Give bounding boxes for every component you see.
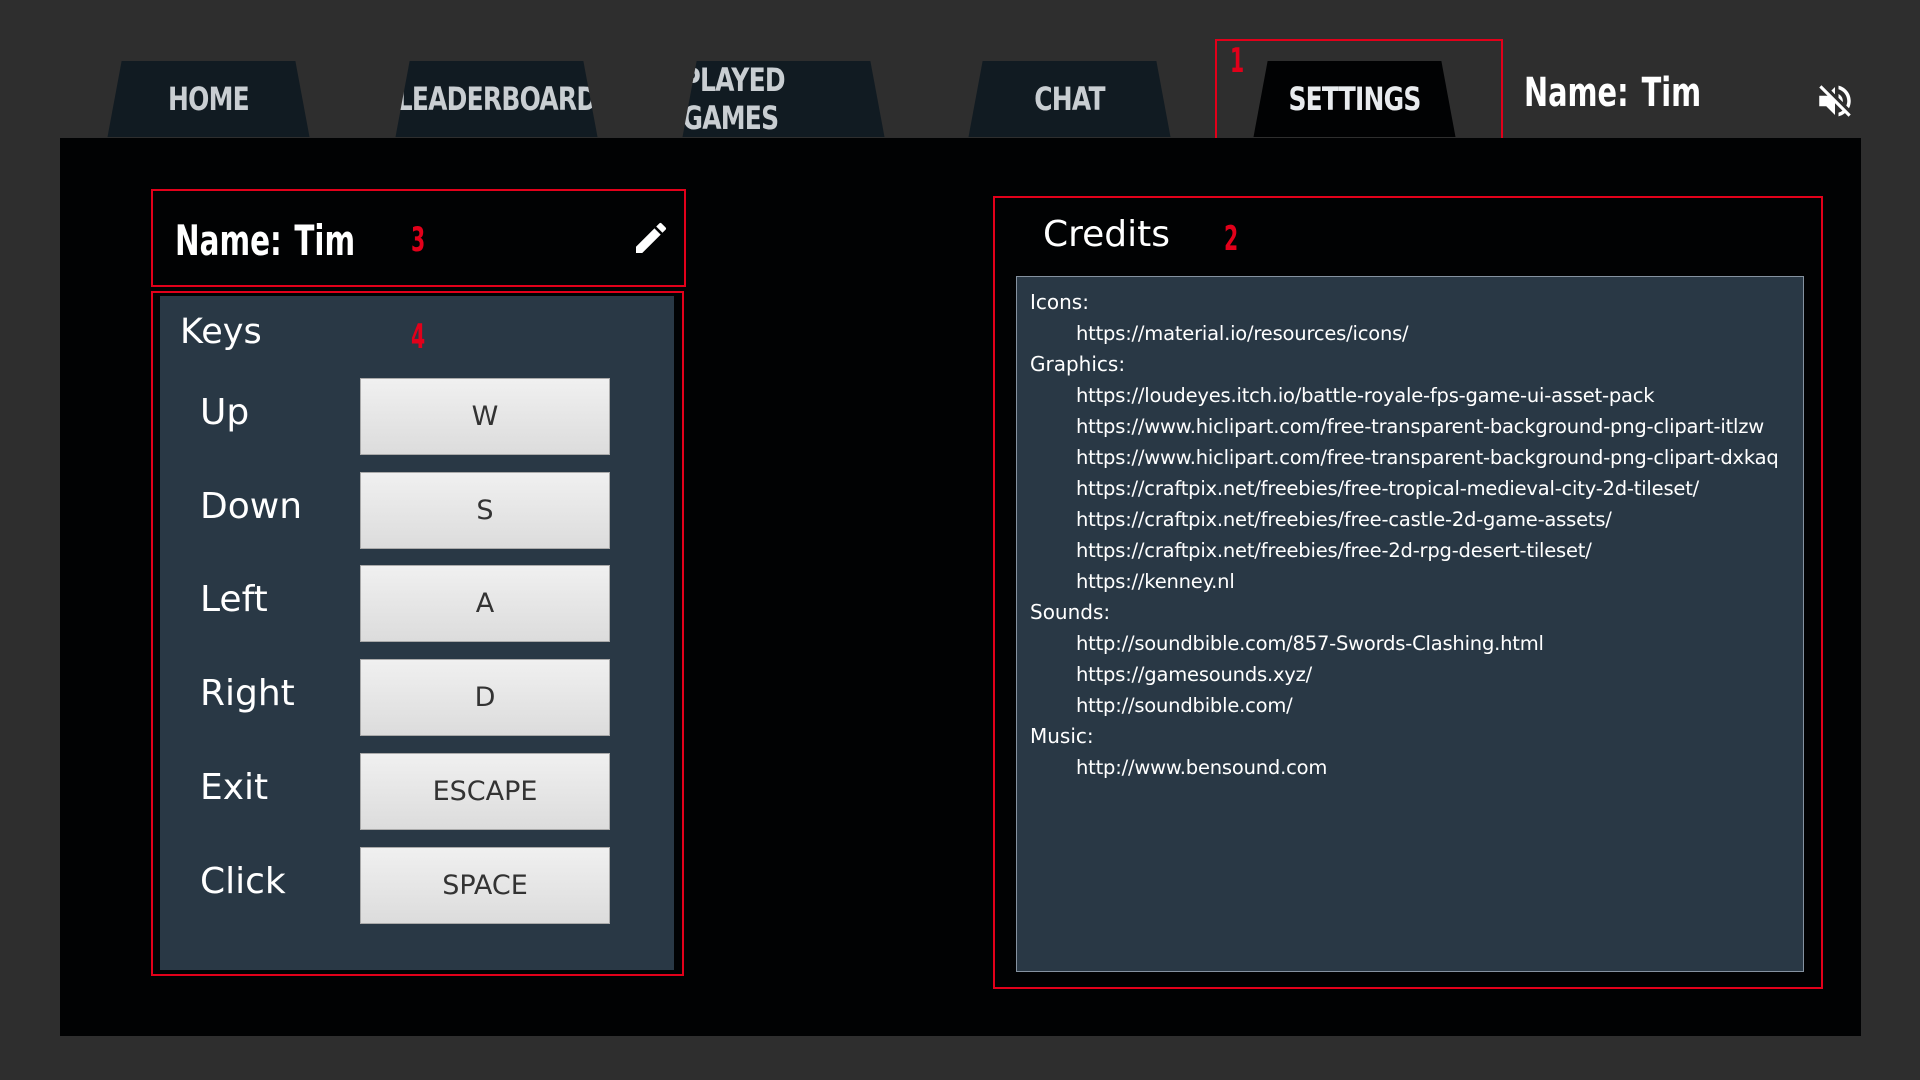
- tab-home[interactable]: HOME: [107, 61, 310, 137]
- credits-section-heading: Graphics:: [1030, 352, 1126, 376]
- key-row-exit: Exit ESCAPE: [160, 753, 674, 831]
- key-binding-button-down[interactable]: S: [360, 472, 610, 549]
- credits-section-heading: Sounds:: [1030, 600, 1111, 624]
- credits-link: https://craftpix.net/freebies/free-2d-rp…: [1076, 539, 1592, 562]
- header-name-label: Name:: [1524, 70, 1629, 116]
- credits-title: Credits: [1043, 214, 1171, 255]
- credits-link: https://craftpix.net/freebies/free-tropi…: [1076, 477, 1700, 500]
- credits-link: https://gamesounds.xyz/: [1076, 663, 1313, 686]
- key-action-label: Down: [200, 486, 303, 527]
- keys-title: Keys: [180, 312, 262, 352]
- header-username: Name: Tim: [1524, 70, 1701, 116]
- edit-name-button[interactable]: [631, 218, 671, 258]
- credits-link: http://soundbible.com/: [1076, 694, 1293, 717]
- key-row-left: Left A: [160, 565, 674, 643]
- tab-played-games[interactable]: PLAYED GAMES: [682, 61, 885, 137]
- credits-link: https://craftpix.net/freebies/free-castl…: [1076, 508, 1612, 531]
- keys-panel: Keys Up W Down S Left A Right D Exit ESC…: [160, 296, 674, 970]
- credits-link: http://soundbible.com/857-Swords-Clashin…: [1076, 632, 1544, 655]
- tab-settings-label: SETTINGS: [1288, 80, 1421, 118]
- key-action-label: Click: [200, 861, 286, 902]
- volume-off-icon: [1819, 85, 1851, 117]
- key-row-click: Click SPACE: [160, 847, 674, 925]
- annotation-number-3: 3: [411, 220, 426, 260]
- annotation-number-2: 2: [1224, 219, 1239, 259]
- pencil-icon: [636, 222, 667, 253]
- tab-home-label: HOME: [168, 80, 250, 118]
- annotation-number-1: 1: [1230, 41, 1245, 81]
- key-binding-button-up[interactable]: W: [360, 378, 610, 455]
- tab-leaderboard[interactable]: LEADERBOARD: [395, 61, 598, 137]
- tab-played-games-label: PLAYED GAMES: [682, 61, 785, 137]
- key-action-label: Left: [200, 579, 268, 620]
- profile-name-value: Tim: [294, 216, 356, 265]
- credits-link: https://kenney.nl: [1076, 570, 1235, 593]
- profile-name: Name: Tim: [175, 216, 355, 265]
- profile-name-label: Name:: [175, 216, 282, 265]
- key-binding-button-left[interactable]: A: [360, 565, 610, 642]
- credits-link: http://www.bensound.com: [1076, 756, 1328, 779]
- key-row-up: Up W: [160, 378, 674, 456]
- tab-leaderboard-label: LEADERBOARD: [396, 80, 597, 118]
- credits-link: https://www.hiclipart.com/free-transpare…: [1076, 446, 1779, 469]
- key-row-right: Right D: [160, 659, 674, 737]
- key-action-label: Exit: [200, 767, 269, 808]
- tab-chat-label: CHAT: [1034, 80, 1105, 118]
- credits-text-box[interactable]: Icons: https://material.io/resources/ico…: [1016, 276, 1804, 972]
- credits-section-heading: Icons:: [1030, 290, 1089, 314]
- app-window: HOME LEADERBOARD PLAYED GAMES CHAT SETTI…: [0, 0, 1920, 1080]
- key-binding-button-exit[interactable]: ESCAPE: [360, 753, 610, 830]
- tab-settings[interactable]: SETTINGS: [1253, 61, 1456, 137]
- credits-link: https://loudeyes.itch.io/battle-royale-f…: [1076, 384, 1655, 407]
- key-row-down: Down S: [160, 472, 674, 550]
- mute-button[interactable]: [1814, 80, 1856, 122]
- header-name-value: Tim: [1641, 70, 1702, 116]
- key-binding-button-right[interactable]: D: [360, 659, 610, 736]
- key-action-label: Up: [200, 392, 250, 433]
- tab-chat[interactable]: CHAT: [968, 61, 1171, 137]
- key-binding-button-click[interactable]: SPACE: [360, 847, 610, 924]
- credits-link: https://material.io/resources/icons/: [1076, 322, 1409, 345]
- credits-section-heading: Music:: [1030, 724, 1094, 748]
- credits-link: https://www.hiclipart.com/free-transpare…: [1076, 415, 1765, 438]
- annotation-number-4: 4: [411, 317, 426, 357]
- key-action-label: Right: [200, 673, 295, 714]
